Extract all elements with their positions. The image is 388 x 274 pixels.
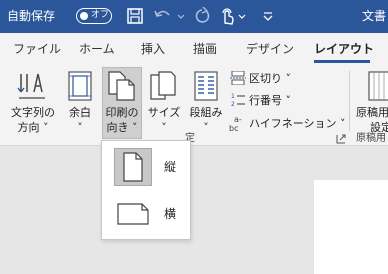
line-numbers-button[interactable]: 行番号 ˅ bbox=[249, 94, 291, 107]
orientation-label-1: 印刷の bbox=[105, 106, 139, 119]
touch-mode-icon[interactable] bbox=[218, 7, 236, 27]
landscape-page-icon bbox=[117, 203, 149, 225]
margins-icon[interactable] bbox=[67, 71, 93, 101]
tab-design[interactable]: デザイン bbox=[246, 42, 294, 56]
redo-icon[interactable] bbox=[193, 7, 211, 25]
orientation-portrait-item[interactable]: 縦 bbox=[102, 144, 190, 190]
margins-dropdown: ˅ bbox=[77, 121, 83, 134]
svg-text:1: 1 bbox=[231, 93, 235, 100]
toggle-state-label: オフ bbox=[91, 10, 110, 20]
autosave-label: 自動保存 bbox=[7, 9, 56, 23]
tab-file[interactable]: ファイル bbox=[13, 42, 61, 56]
undo-icon[interactable] bbox=[153, 7, 173, 25]
touch-dropdown-icon[interactable] bbox=[237, 7, 247, 25]
manuscript-group-label: 原稿用 bbox=[356, 133, 386, 144]
size-dropdown: ˅ bbox=[161, 121, 167, 134]
line-numbers-icon[interactable]: 1 2 bbox=[230, 92, 246, 108]
tab-draw[interactable]: 描画 bbox=[193, 42, 217, 56]
size-icon[interactable] bbox=[149, 71, 179, 101]
tab-home[interactable]: ホーム bbox=[79, 42, 115, 56]
orientation-label-2: 向き ˅ bbox=[106, 121, 138, 134]
tab-layout[interactable]: レイアウト bbox=[314, 42, 374, 56]
svg-text:a-: a- bbox=[234, 115, 242, 124]
breaks-button[interactable]: 区切り ˅ bbox=[249, 72, 291, 85]
text-direction-icon[interactable] bbox=[17, 70, 47, 102]
hyphenation-icon[interactable]: a- bc bbox=[229, 114, 247, 132]
title-bar: 自動保存 オフ 文書 bbox=[0, 0, 388, 33]
manuscript-label-1: 原稿用 bbox=[356, 106, 388, 119]
columns-icon[interactable] bbox=[194, 71, 218, 101]
orientation-landscape-item[interactable]: 横 bbox=[102, 191, 190, 237]
size-label: サイズ bbox=[147, 106, 181, 119]
portrait-page-icon bbox=[123, 152, 143, 182]
document-page[interactable] bbox=[314, 180, 388, 274]
hyphenation-button[interactable]: ハイフネーション ˅ bbox=[249, 117, 346, 130]
margins-label: 余白 bbox=[69, 106, 91, 119]
text-direction-label-1: 文字列の bbox=[11, 106, 55, 119]
orientation-menu: 縦 横 bbox=[101, 140, 191, 240]
tab-insert[interactable]: 挿入 bbox=[141, 42, 165, 56]
breaks-icon[interactable] bbox=[230, 71, 246, 85]
columns-label: 段組み bbox=[189, 106, 223, 119]
svg-text:2: 2 bbox=[231, 101, 235, 108]
customize-icon[interactable] bbox=[262, 7, 274, 25]
active-tab-indicator bbox=[314, 60, 370, 63]
autosave-toggle[interactable]: オフ bbox=[76, 8, 112, 24]
undo-dropdown-icon[interactable] bbox=[176, 7, 186, 25]
portrait-label: 縦 bbox=[164, 160, 177, 174]
dialog-launcher-icon[interactable] bbox=[336, 134, 346, 144]
svg-text:bc: bc bbox=[229, 124, 238, 132]
text-direction-label-2: 方向 ˅ bbox=[17, 121, 49, 134]
toggle-knob bbox=[80, 11, 88, 20]
document-title: 文書 bbox=[362, 9, 387, 23]
landscape-label: 横 bbox=[164, 207, 177, 221]
save-icon[interactable] bbox=[126, 7, 144, 25]
group-separator bbox=[349, 71, 350, 131]
manuscript-icon[interactable] bbox=[368, 71, 388, 101]
orientation-icon[interactable] bbox=[106, 70, 138, 102]
